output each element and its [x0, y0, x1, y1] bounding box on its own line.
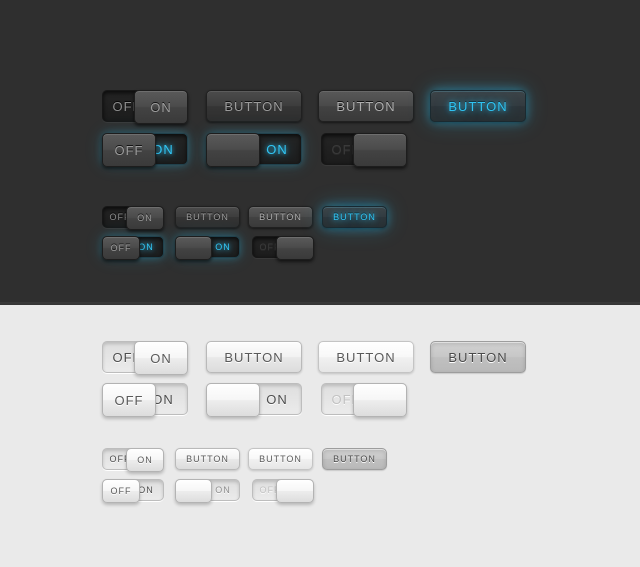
- button-label: BUTTON: [336, 349, 396, 365]
- toggle-knob[interactable]: ON: [126, 206, 164, 230]
- toggle-knob[interactable]: [353, 133, 407, 167]
- light-toggle-on-knob-left[interactable]: ON: [206, 383, 302, 417]
- light-row-3: OFF ON BUTTON BUTTON BUTTON: [102, 448, 387, 472]
- light-button-small-hover[interactable]: BUTTON: [248, 448, 313, 470]
- dark-row-4: ON OFF ON OFF: [102, 236, 314, 260]
- light-button-small-active[interactable]: BUTTON: [322, 448, 387, 470]
- light-button-hover[interactable]: BUTTON: [318, 341, 414, 373]
- light-toggle-small-off-default[interactable]: OFF ON: [102, 448, 164, 472]
- button-label: BUTTON: [186, 454, 229, 464]
- dark-theme-panel: OFF ON BUTTON BUTTON BUTTON ON OFF ON OF…: [0, 0, 640, 305]
- toggle-off-dim[interactable]: OFF: [321, 133, 407, 167]
- toggle-knob-label: ON: [150, 99, 172, 115]
- button-small-hover[interactable]: BUTTON: [248, 206, 313, 228]
- light-toggle-on[interactable]: ON OFF: [102, 383, 188, 417]
- toggle-small-on-knob-left[interactable]: ON: [175, 236, 240, 260]
- toggle-knob[interactable]: [175, 236, 212, 260]
- button-label: BUTTON: [333, 212, 376, 222]
- button-label: BUTTON: [259, 212, 302, 222]
- toggle-knob-label: OFF: [114, 392, 144, 408]
- light-toggle-small-on[interactable]: ON OFF: [102, 479, 164, 503]
- toggle-small-off-default[interactable]: OFF ON: [102, 206, 164, 230]
- toggle-knob[interactable]: [175, 479, 212, 503]
- light-row-2: ON OFF ON OFF: [102, 383, 407, 417]
- toggle-small-on-glow[interactable]: ON OFF: [102, 236, 164, 260]
- toggle-knob-label: OFF: [110, 243, 132, 253]
- light-button-normal[interactable]: BUTTON: [206, 341, 302, 373]
- light-theme-panel: OFF ON BUTTON BUTTON BUTTON ON OFF ON OF…: [0, 305, 640, 567]
- light-row-1: OFF ON BUTTON BUTTON BUTTON: [102, 341, 526, 375]
- button-small-normal[interactable]: BUTTON: [175, 206, 240, 228]
- toggle-on-knob-left[interactable]: ON: [206, 133, 302, 167]
- light-button-active[interactable]: BUTTON: [430, 341, 526, 373]
- toggle-off-default[interactable]: OFF ON: [102, 90, 188, 124]
- light-toggle-small-off-dim[interactable]: OFF: [252, 479, 314, 503]
- button-label: BUTTON: [448, 349, 508, 365]
- light-row-4: ON OFF ON OFF: [102, 479, 314, 503]
- toggle-on-glow[interactable]: ON OFF: [102, 133, 188, 167]
- toggle-knob[interactable]: ON: [126, 448, 164, 472]
- toggle-knob[interactable]: OFF: [102, 236, 140, 260]
- button-label: BUTTON: [448, 98, 508, 114]
- toggle-knob[interactable]: ON: [134, 90, 188, 124]
- toggle-on-label: ON: [266, 141, 288, 157]
- button-normal[interactable]: BUTTON: [206, 90, 302, 122]
- button-label: BUTTON: [333, 454, 376, 464]
- toggle-knob[interactable]: ON: [134, 341, 188, 375]
- toggle-knob-label: ON: [137, 213, 153, 223]
- button-small-active[interactable]: BUTTON: [322, 206, 387, 228]
- light-toggle-off-default[interactable]: OFF ON: [102, 341, 188, 375]
- toggle-knob-label: ON: [150, 350, 172, 366]
- toggle-knob[interactable]: [276, 479, 314, 503]
- button-active[interactable]: BUTTON: [430, 90, 526, 122]
- button-hover[interactable]: BUTTON: [318, 90, 414, 122]
- toggle-knob-label: ON: [137, 455, 153, 465]
- button-label: BUTTON: [259, 454, 302, 464]
- ui-kit-stage: OFF ON BUTTON BUTTON BUTTON ON OFF ON OF…: [0, 0, 640, 567]
- dark-row-2: ON OFF ON OFF: [102, 133, 407, 167]
- toggle-knob[interactable]: [206, 383, 260, 417]
- toggle-knob[interactable]: OFF: [102, 383, 156, 417]
- button-label: BUTTON: [186, 212, 229, 222]
- dark-row-1: OFF ON BUTTON BUTTON BUTTON: [102, 90, 526, 124]
- toggle-knob[interactable]: [353, 383, 407, 417]
- toggle-knob-label: OFF: [110, 486, 132, 496]
- button-label: BUTTON: [224, 98, 284, 114]
- button-label: BUTTON: [224, 349, 284, 365]
- toggle-on-label: ON: [266, 391, 288, 407]
- toggle-knob[interactable]: [206, 133, 260, 167]
- toggle-knob[interactable]: OFF: [102, 479, 140, 503]
- toggle-knob-label: OFF: [114, 142, 144, 158]
- toggle-knob[interactable]: [276, 236, 314, 260]
- light-toggle-off-dim[interactable]: OFF: [321, 383, 407, 417]
- light-toggle-small-on-knob-left[interactable]: ON: [175, 479, 240, 503]
- toggle-knob[interactable]: OFF: [102, 133, 156, 167]
- button-label: BUTTON: [336, 98, 396, 114]
- dark-row-3: OFF ON BUTTON BUTTON BUTTON: [102, 206, 387, 230]
- toggle-small-off-dim[interactable]: OFF: [252, 236, 314, 260]
- light-button-small-normal[interactable]: BUTTON: [175, 448, 240, 470]
